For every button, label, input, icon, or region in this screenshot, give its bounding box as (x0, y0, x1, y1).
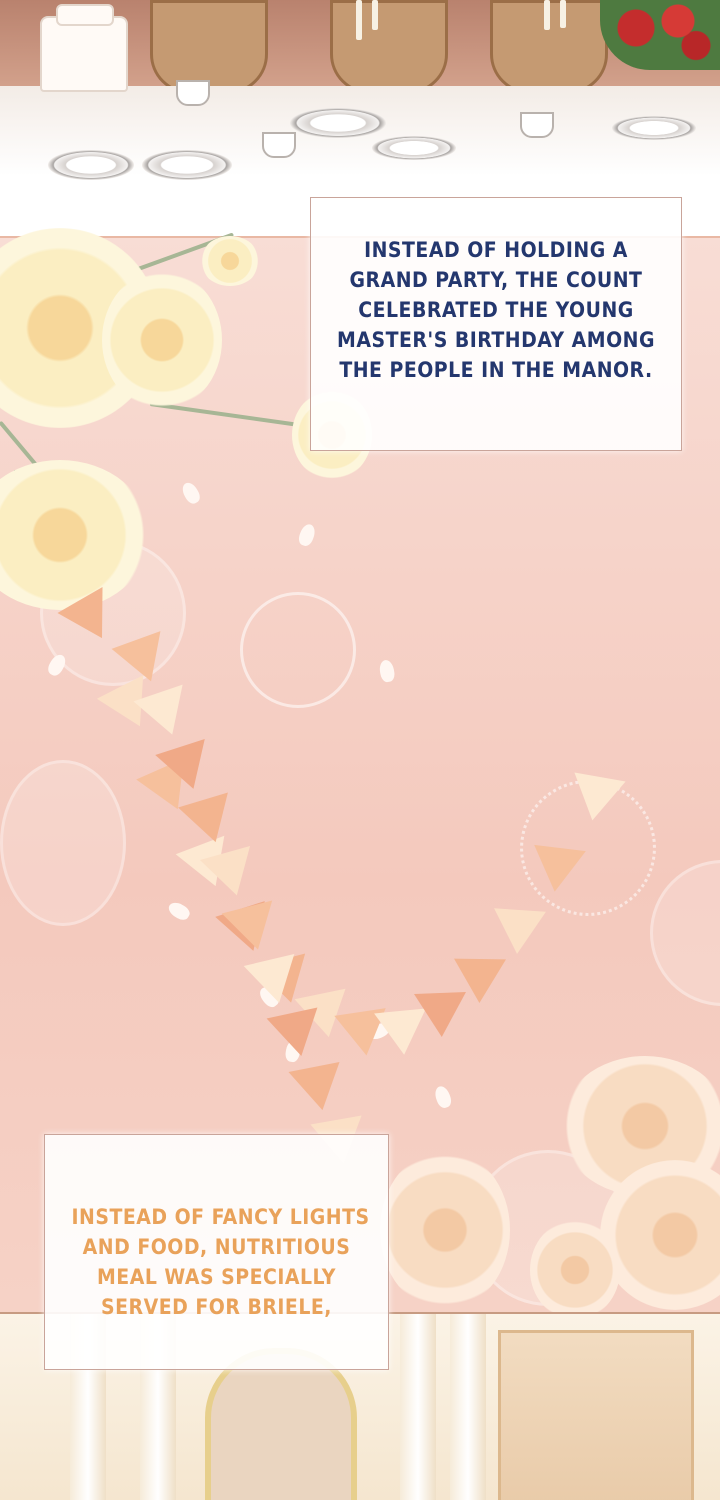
bunting-flag (528, 844, 586, 895)
narration-line: GRAND PARTY, THE COUNT (349, 268, 643, 292)
peach-flower (380, 1150, 510, 1310)
candle (544, 0, 550, 30)
light-bubble (240, 592, 356, 708)
light-bubble (0, 760, 126, 926)
chair-illustration (330, 0, 448, 94)
narration-line: CELEBRATED THE YOUNG (358, 298, 634, 322)
narration-line: MEAL WAS SPECIALLY (96, 1265, 336, 1289)
narration-box-top: INSTEAD OF HOLDING A GRAND PARTY, THE CO… (310, 197, 682, 451)
ornate-door (498, 1330, 694, 1500)
narration-box-bottom: INSTEAD OF FANCY LIGHTS AND FOOD, NUTRIT… (44, 1134, 389, 1370)
plate (372, 136, 456, 160)
narration-line: MASTER'S BIRTHDAY AMONG (337, 328, 655, 352)
ornate-mirror (205, 1348, 357, 1500)
bunting-flag (288, 1061, 348, 1115)
narration-text-bottom: INSTEAD OF FANCY LIGHTS AND FOOD, NUTRIT… (71, 1202, 370, 1322)
narration-line: THE PEOPLE IN THE MANOR. (339, 358, 653, 382)
narration-text-top: INSTEAD OF HOLDING A GRAND PARTY, THE CO… (336, 235, 656, 385)
plate (612, 116, 696, 140)
peach-flower-bud (530, 1220, 620, 1320)
teacup (176, 80, 210, 106)
teacup (520, 112, 554, 138)
yellow-flower (102, 270, 222, 410)
yellow-flower-bud (200, 236, 260, 286)
bunting-flag (453, 958, 506, 1004)
plate (142, 150, 232, 180)
candle (372, 0, 378, 30)
narration-line: SERVED FOR BRIELE, (101, 1295, 332, 1319)
bunting-flag (566, 772, 626, 826)
narration-line: AND FOOD, NUTRITIOUS (82, 1235, 351, 1259)
comic-page: INSTEAD OF HOLDING A GRAND PARTY, THE CO… (0, 0, 720, 1500)
pillar (400, 1314, 436, 1500)
birthday-cake (40, 4, 128, 92)
bunting-flag (491, 907, 546, 956)
candle (356, 0, 362, 40)
candle (560, 0, 566, 28)
plate (290, 108, 386, 138)
narration-line: INSTEAD OF FANCY LIGHTS (71, 1205, 370, 1229)
plate (48, 150, 134, 180)
narration-line: INSTEAD OF HOLDING A (364, 238, 628, 262)
pillar (450, 1314, 486, 1500)
teacup (262, 132, 296, 158)
